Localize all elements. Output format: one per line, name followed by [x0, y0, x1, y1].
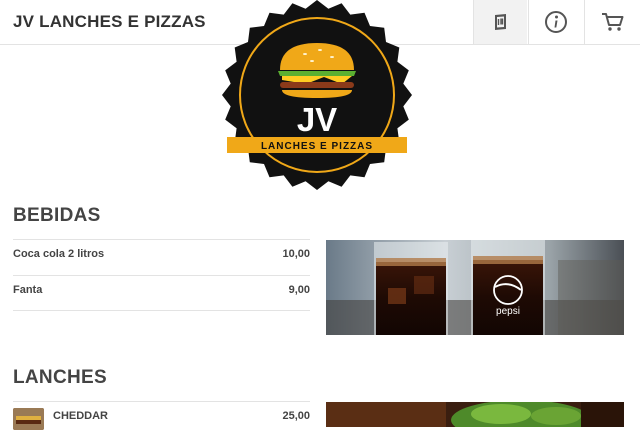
info-button[interactable]: [528, 0, 582, 44]
item-price: 10,00: [282, 248, 310, 260]
logo-tagline: LANCHES E PIZZAS: [261, 141, 373, 152]
item-price: 9,00: [288, 284, 310, 296]
logo-initials: JV: [297, 101, 337, 138]
menu-item-fanta[interactable]: Fanta 9,00: [13, 275, 310, 311]
section-title-lanches: LANCHES: [13, 367, 107, 388]
cart-icon: [601, 13, 623, 31]
brand-logo: JV LANCHES E PIZZAS: [222, 0, 412, 190]
menu-item-coca-cola[interactable]: Coca cola 2 litros 10,00: [13, 239, 310, 275]
menu-button[interactable]: [473, 0, 527, 44]
item-price: 25,00: [282, 410, 310, 422]
cart-button[interactable]: [584, 0, 640, 44]
info-icon: [544, 11, 567, 33]
app-title: JV LANCHES E PIZZAS: [13, 12, 206, 31]
section-title-bebidas: BEBIDAS: [13, 205, 101, 226]
menu-book-icon: [494, 14, 506, 30]
item-name: CHEDDAR: [53, 410, 108, 422]
menu-item-cheddar[interactable]: CHEDDAR 25,00: [13, 401, 310, 437]
burger-photo: [326, 402, 624, 427]
photo-brand-label: pepsi: [496, 306, 520, 317]
item-name: Fanta: [13, 284, 43, 296]
item-name: Coca cola 2 litros: [13, 248, 105, 260]
drinks-photo: pepsi: [326, 240, 624, 335]
